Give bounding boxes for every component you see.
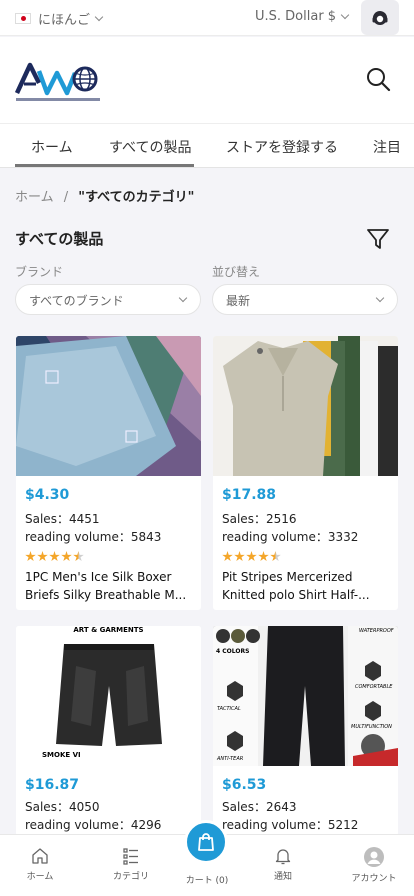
bottom-nav-account[interactable]: アカウント [339, 847, 409, 884]
section-title: すべての製品 [15, 230, 104, 248]
product-sales: Sales：2516 [222, 512, 297, 526]
product-sales: Sales：2643 [222, 800, 297, 814]
nav-tab-register-store[interactable]: ストアを登録する [226, 137, 338, 157]
star-rating [222, 551, 282, 563]
bottom-nav-home-label: ホーム [26, 872, 54, 882]
star-icon [25, 551, 36, 562]
language-selector[interactable]: にほんご [15, 9, 104, 28]
product-card[interactable]: $17.88 Sales：2516 reading volume：3332 Pi… [213, 336, 398, 610]
bottom-nav-home[interactable]: ホーム [5, 847, 75, 882]
avatar-icon [364, 847, 384, 867]
top-bar: にほんご U.S. Dollar $ [0, 0, 414, 36]
active-tab-indicator [15, 164, 194, 167]
bottom-nav-category[interactable]: カテゴリ [96, 847, 166, 882]
headset-icon [372, 10, 388, 25]
image-badge-tactical: TACTICAL [217, 706, 241, 712]
product-name-line-2: Briefs Silky Breathable M... [25, 588, 187, 602]
chevron-down-icon [375, 293, 385, 303]
site-header [0, 37, 414, 123]
image-badge-comfortable: COMFORTABLE [355, 684, 393, 690]
product-card[interactable]: 4 COLORS WATERPROOF COMFORTABLE MULTIFUN… [213, 626, 398, 836]
support-button[interactable] [361, 0, 399, 35]
bottom-nav-cart-label: カート (0) [185, 876, 229, 886]
breadcrumb: ホーム / "すべてのカテゴリ" [15, 186, 194, 205]
product-name-line-1: Pit Stripes Mercerized [222, 570, 353, 584]
star-rating [25, 551, 85, 563]
product-price: $16.87 [25, 777, 80, 793]
product-price: $4.30 [25, 487, 70, 503]
image-caption-top: ART & GARMENTS [73, 626, 144, 634]
star-icon [234, 551, 245, 562]
product-sales: Sales：4451 [25, 512, 100, 526]
star-icon [61, 551, 72, 562]
sort-label: 並び替え [212, 265, 261, 279]
bottom-nav-notifications[interactable]: 通知 [248, 847, 318, 882]
sort-select[interactable]: 最新 [212, 284, 398, 315]
product-reading-volume: reading volume：5212 [222, 818, 359, 832]
image-badge-waterproof: WATERPROOF [359, 628, 394, 634]
product-sales: Sales：4050 [25, 800, 100, 814]
home-icon [32, 848, 48, 864]
star-icon [246, 551, 257, 562]
image-badge-colors: 4 COLORS [216, 648, 250, 655]
brand-select-value: すべてのブランド [29, 294, 124, 308]
star-icon [258, 551, 269, 562]
product-reading-volume: reading volume：3332 [222, 530, 359, 544]
sort-select-value: 最新 [226, 294, 251, 308]
bottom-nav-cart-label-wrap[interactable]: カート (0) [172, 873, 242, 886]
product-image: 4 COLORS WATERPROOF COMFORTABLE MULTIFUN… [213, 626, 398, 766]
brand-select[interactable]: すべてのブランド [15, 284, 201, 315]
bottom-nav-category-label: カテゴリ [112, 872, 149, 882]
nav-tab-all-products[interactable]: すべての製品 [109, 137, 191, 157]
product-name-line-1: 1PC Men's Ice Silk Boxer [25, 570, 172, 584]
shopping-bag-icon [198, 833, 214, 851]
chevron-down-icon [94, 12, 104, 21]
product-price: $17.88 [222, 487, 277, 503]
image-badge-anti-tear: ANTI-TEAR [217, 756, 244, 762]
site-logo[interactable] [15, 57, 101, 107]
search-icon[interactable] [364, 65, 392, 93]
product-name-line-2: Knitted polo Shirt Half-... [222, 588, 370, 602]
currency-selector[interactable]: U.S. Dollar $ [255, 9, 350, 24]
chevron-down-icon [178, 293, 188, 303]
half-star-icon [270, 551, 281, 562]
language-label: にほんご [38, 13, 91, 28]
category-nav: ホーム すべての製品 ストアを登録する 注目 [0, 123, 414, 168]
currency-label: U.S. Dollar $ [255, 9, 337, 24]
brand-filter-label: ブランド [15, 265, 64, 279]
product-image [16, 336, 201, 476]
product-reading-volume: reading volume：5843 [25, 530, 162, 544]
bell-icon [275, 849, 291, 865]
product-image [213, 336, 398, 476]
breadcrumb-current: "すべてのカテゴリ" [78, 190, 195, 205]
product-card[interactable]: $4.30 Sales：4451 reading volume：5843 1PC… [16, 336, 201, 610]
star-icon [37, 551, 48, 562]
product-image: ART & GARMENTS SMOKE VI [16, 626, 201, 766]
star-icon [49, 551, 60, 562]
category-list-icon [123, 848, 138, 865]
japan-flag-icon [15, 13, 31, 24]
product-reading-volume: reading volume：4296 [25, 818, 162, 832]
nav-tab-home[interactable]: ホーム [31, 137, 73, 157]
product-card[interactable]: ART & GARMENTS SMOKE VI $16.87 Sales：405… [16, 626, 201, 836]
image-badge-multifunction: MULTIFUNCTION [351, 724, 392, 730]
product-price: $6.53 [222, 777, 267, 793]
breadcrumb-home[interactable]: ホーム [15, 190, 54, 205]
filter-icon[interactable] [365, 226, 391, 252]
star-icon [222, 551, 233, 562]
bottom-nav-account-label: アカウント [351, 874, 397, 884]
chevron-down-icon [340, 10, 350, 19]
breadcrumb-separator: / [63, 190, 69, 205]
image-caption-bottom: SMOKE VI [42, 751, 81, 759]
bottom-nav-notifications-label: 通知 [273, 872, 292, 882]
nav-tab-featured[interactable]: 注目 [373, 137, 401, 157]
half-star-icon [73, 551, 84, 562]
cart-button[interactable] [184, 820, 228, 864]
